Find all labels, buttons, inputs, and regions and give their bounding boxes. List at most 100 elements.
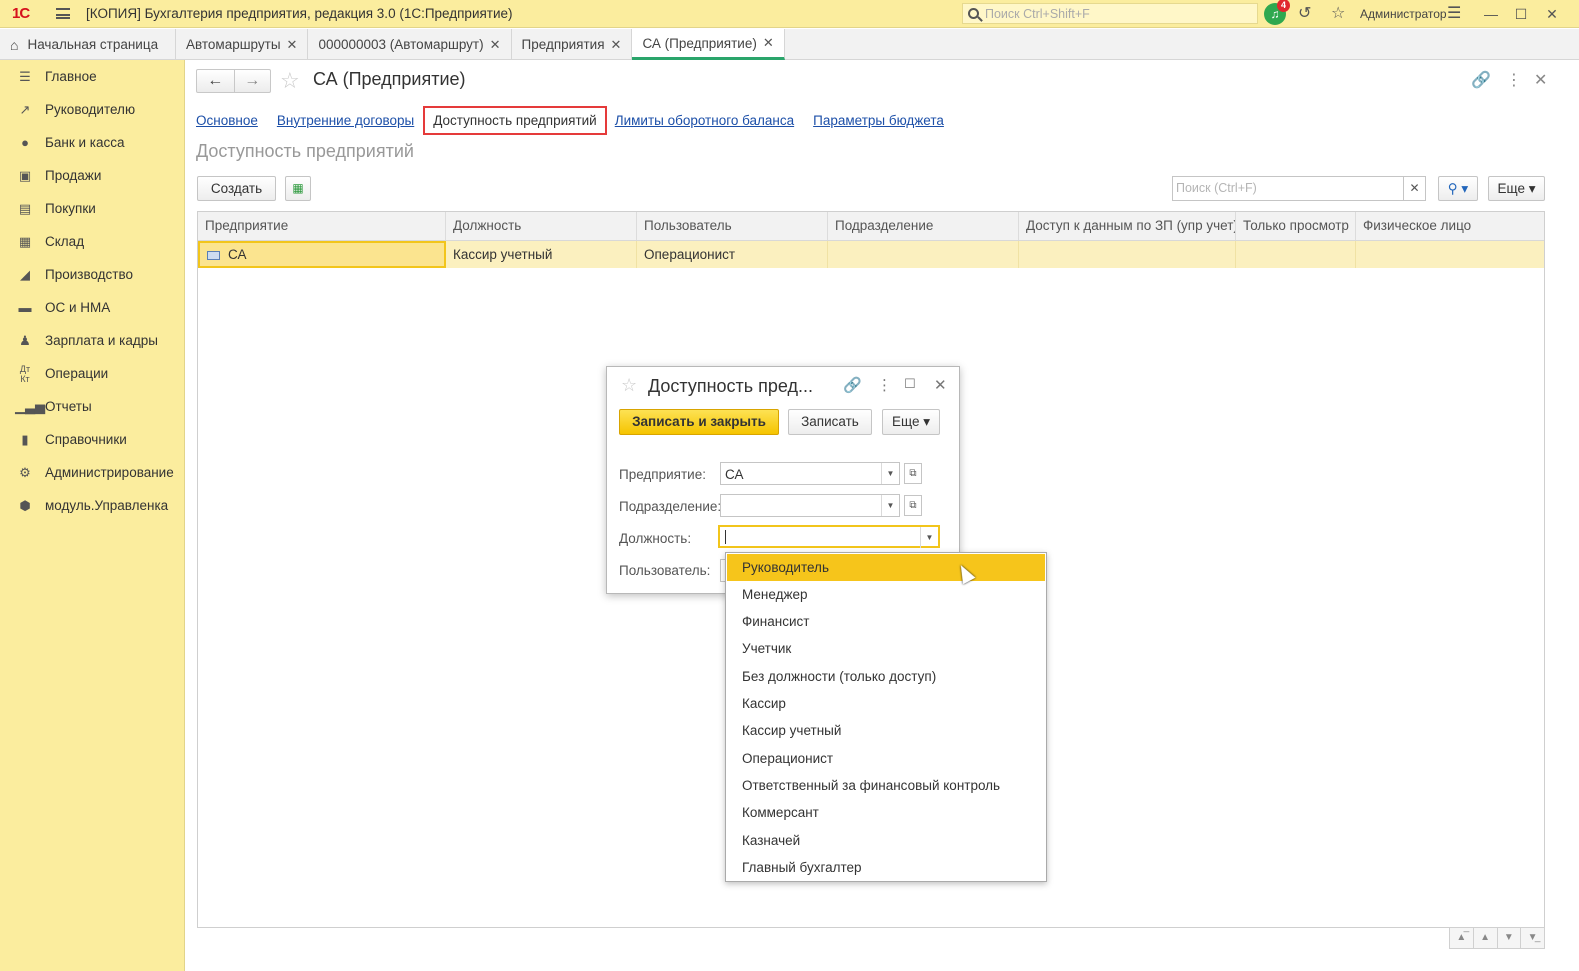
sidebar-item-manager[interactable]: ↗ Руководителю: [0, 93, 185, 126]
dropdown-option[interactable]: Менеджер: [727, 581, 1045, 608]
sidebar-item-module[interactable]: ⬢ модуль.Управленка: [0, 489, 185, 522]
table-row[interactable]: СА Кассир учетный Операционист: [198, 241, 1544, 268]
sidebar-item-bank[interactable]: ● Банк и касса: [0, 126, 185, 159]
search-button[interactable]: ⚲ ▾: [1438, 176, 1478, 201]
sidebar-item-label: Производство: [45, 267, 134, 282]
dropdown-option[interactable]: Финансист: [727, 608, 1045, 635]
more-vertical-icon[interactable]: ⋮: [1506, 70, 1522, 90]
close-tab-icon[interactable]: ✕: [763, 35, 774, 51]
tab-automarshruty[interactable]: Автомаршруты ✕: [176, 29, 309, 60]
dropdown-option[interactable]: Главный бухгалтер: [727, 854, 1045, 881]
sidebar-item-main[interactable]: ☰ Главное: [0, 60, 185, 93]
favorite-star-icon[interactable]: ☆: [621, 375, 637, 396]
dropdown-option[interactable]: Коммерсант: [727, 799, 1045, 826]
chevron-down-icon[interactable]: ▼: [920, 527, 938, 548]
dropdown-option[interactable]: Без должности (только доступ): [727, 663, 1045, 690]
position-field[interactable]: ▼: [718, 525, 940, 548]
main-menu-icon[interactable]: [56, 8, 70, 19]
sidebar-item-warehouse[interactable]: ▦ Склад: [0, 225, 185, 258]
sidebar-item-label: ОС и НМА: [45, 300, 111, 315]
sidebar-item-salary[interactable]: ♟ Зарплата и кадры: [0, 324, 185, 357]
enterprise-field[interactable]: СА ▼: [720, 462, 900, 485]
column-header[interactable]: Физическое лицо: [1356, 212, 1544, 240]
history-icon[interactable]: ↺: [1298, 4, 1311, 24]
dropdown-option[interactable]: Ответственный за финансовый контроль: [727, 772, 1045, 799]
dropdown-option[interactable]: Руководитель: [727, 554, 1045, 581]
link-budget-params[interactable]: Параметры бюджета: [813, 113, 944, 128]
link-basic[interactable]: Основное: [196, 113, 258, 128]
scroll-bottom-icon[interactable]: ▼̲: [1521, 928, 1544, 948]
scroll-down-icon[interactable]: ▼: [1498, 928, 1522, 948]
settings-lines-icon[interactable]: ☰: [1447, 4, 1461, 24]
tab-automarshrut-doc[interactable]: 000000003 (Автомаршрут) ✕: [308, 29, 512, 60]
table-cell-view-only[interactable]: [1236, 241, 1356, 268]
table-cell-user[interactable]: Операционист: [637, 241, 828, 268]
dropdown-option[interactable]: Учетчик: [727, 635, 1045, 662]
open-department-icon[interactable]: ⧉: [904, 495, 922, 516]
copy-add-icon[interactable]: ▦: [285, 176, 311, 201]
more-vertical-icon[interactable]: ⋮: [877, 376, 892, 394]
sidebar-item-production[interactable]: ◢ Производство: [0, 258, 185, 291]
close-window-icon[interactable]: ✕: [1542, 4, 1562, 24]
save-and-close-button[interactable]: Записать и закрыть: [619, 409, 779, 435]
department-field[interactable]: ▼: [720, 494, 900, 517]
sidebar-item-reports[interactable]: ▁▃▅ Отчеты: [0, 390, 185, 423]
sidebar-item-admin[interactable]: ⚙ Администрирование: [0, 456, 185, 489]
maximize-icon[interactable]: ☐: [1511, 4, 1531, 24]
column-header[interactable]: Подразделение: [828, 212, 1019, 240]
close-tab-icon[interactable]: ✕: [287, 37, 298, 53]
link-internal-contracts[interactable]: Внутренние договоры: [277, 113, 414, 128]
link-icon[interactable]: 🔗: [843, 376, 862, 394]
link-balance-limits[interactable]: Лимиты оборотного баланса: [615, 113, 794, 128]
dropdown-option[interactable]: Кассир учетный: [727, 717, 1045, 744]
sidebar-item-purchases[interactable]: ▤ Покупки: [0, 192, 185, 225]
maximize-icon[interactable]: ☐: [904, 376, 916, 392]
table-cell-position[interactable]: Кассир учетный: [446, 241, 637, 268]
chevron-down-icon[interactable]: ▼: [881, 463, 899, 484]
sidebar-item-sales[interactable]: ▣ Продажи: [0, 159, 185, 192]
current-user[interactable]: Администратор: [1360, 7, 1447, 21]
tab-enterprises[interactable]: Предприятия ✕: [512, 29, 633, 60]
scroll-top-icon[interactable]: ▲̅: [1450, 928, 1474, 948]
column-header[interactable]: Пользователь: [637, 212, 828, 240]
sidebar-item-catalogs[interactable]: ▮ Справочники: [0, 423, 185, 456]
column-header[interactable]: Предприятие: [198, 212, 446, 240]
clear-search-icon[interactable]: ✕: [1403, 177, 1425, 200]
tab-home[interactable]: ⌂ Начальная страница: [0, 29, 176, 60]
tab-ca-enterprise[interactable]: СА (Предприятие) ✕: [632, 29, 785, 60]
close-dialog-icon[interactable]: ✕: [934, 376, 947, 394]
dropdown-option[interactable]: Казначей: [727, 827, 1045, 854]
table-cell-enterprise[interactable]: СА: [198, 241, 446, 268]
table-cell-person[interactable]: [1356, 241, 1544, 268]
more-button[interactable]: Еще ▾: [1488, 176, 1545, 201]
open-enterprise-icon[interactable]: ⧉: [904, 463, 922, 484]
list-search-input[interactable]: Поиск (Ctrl+F) ✕: [1172, 176, 1426, 201]
dropdown-option[interactable]: Кассир: [727, 690, 1045, 717]
sidebar-item-label: Руководителю: [45, 102, 136, 117]
create-button[interactable]: Создать: [197, 176, 276, 201]
forward-arrow-icon[interactable]: →: [233, 70, 271, 92]
dropdown-option[interactable]: Операционист: [727, 745, 1045, 772]
sidebar-item-operations[interactable]: Дт Кт Операции: [0, 357, 185, 390]
column-header[interactable]: Должность: [446, 212, 637, 240]
column-header[interactable]: Доступ к данным по ЗП (упр учет): [1019, 212, 1236, 240]
minimize-icon[interactable]: —: [1481, 4, 1501, 24]
column-header[interactable]: Только просмотр: [1236, 212, 1356, 240]
chevron-down-icon[interactable]: ▼: [881, 495, 899, 516]
close-form-icon[interactable]: ✕: [1534, 70, 1547, 90]
table-cell-salary-access[interactable]: [1019, 241, 1236, 268]
sidebar-item-fixed-assets[interactable]: ▬ ОС и НМА: [0, 291, 185, 324]
dialog-more-button[interactable]: Еще ▾: [882, 409, 940, 435]
close-tab-icon[interactable]: ✕: [611, 37, 622, 53]
warehouse-icon: ▦: [18, 233, 32, 249]
favorites-star-icon[interactable]: ☆: [1331, 4, 1345, 24]
table-cell-department[interactable]: [828, 241, 1019, 268]
close-tab-icon[interactable]: ✕: [490, 37, 501, 53]
favorite-star-icon[interactable]: ☆: [280, 68, 300, 94]
save-button[interactable]: Записать: [788, 409, 872, 435]
global-search-input[interactable]: Поиск Ctrl+Shift+F: [962, 3, 1258, 24]
link-enterprise-availability[interactable]: Доступность предприятий: [423, 105, 607, 135]
link-icon[interactable]: 🔗: [1471, 70, 1491, 90]
scroll-up-icon[interactable]: ▲: [1474, 928, 1498, 948]
back-arrow-icon[interactable]: ←: [197, 70, 234, 92]
